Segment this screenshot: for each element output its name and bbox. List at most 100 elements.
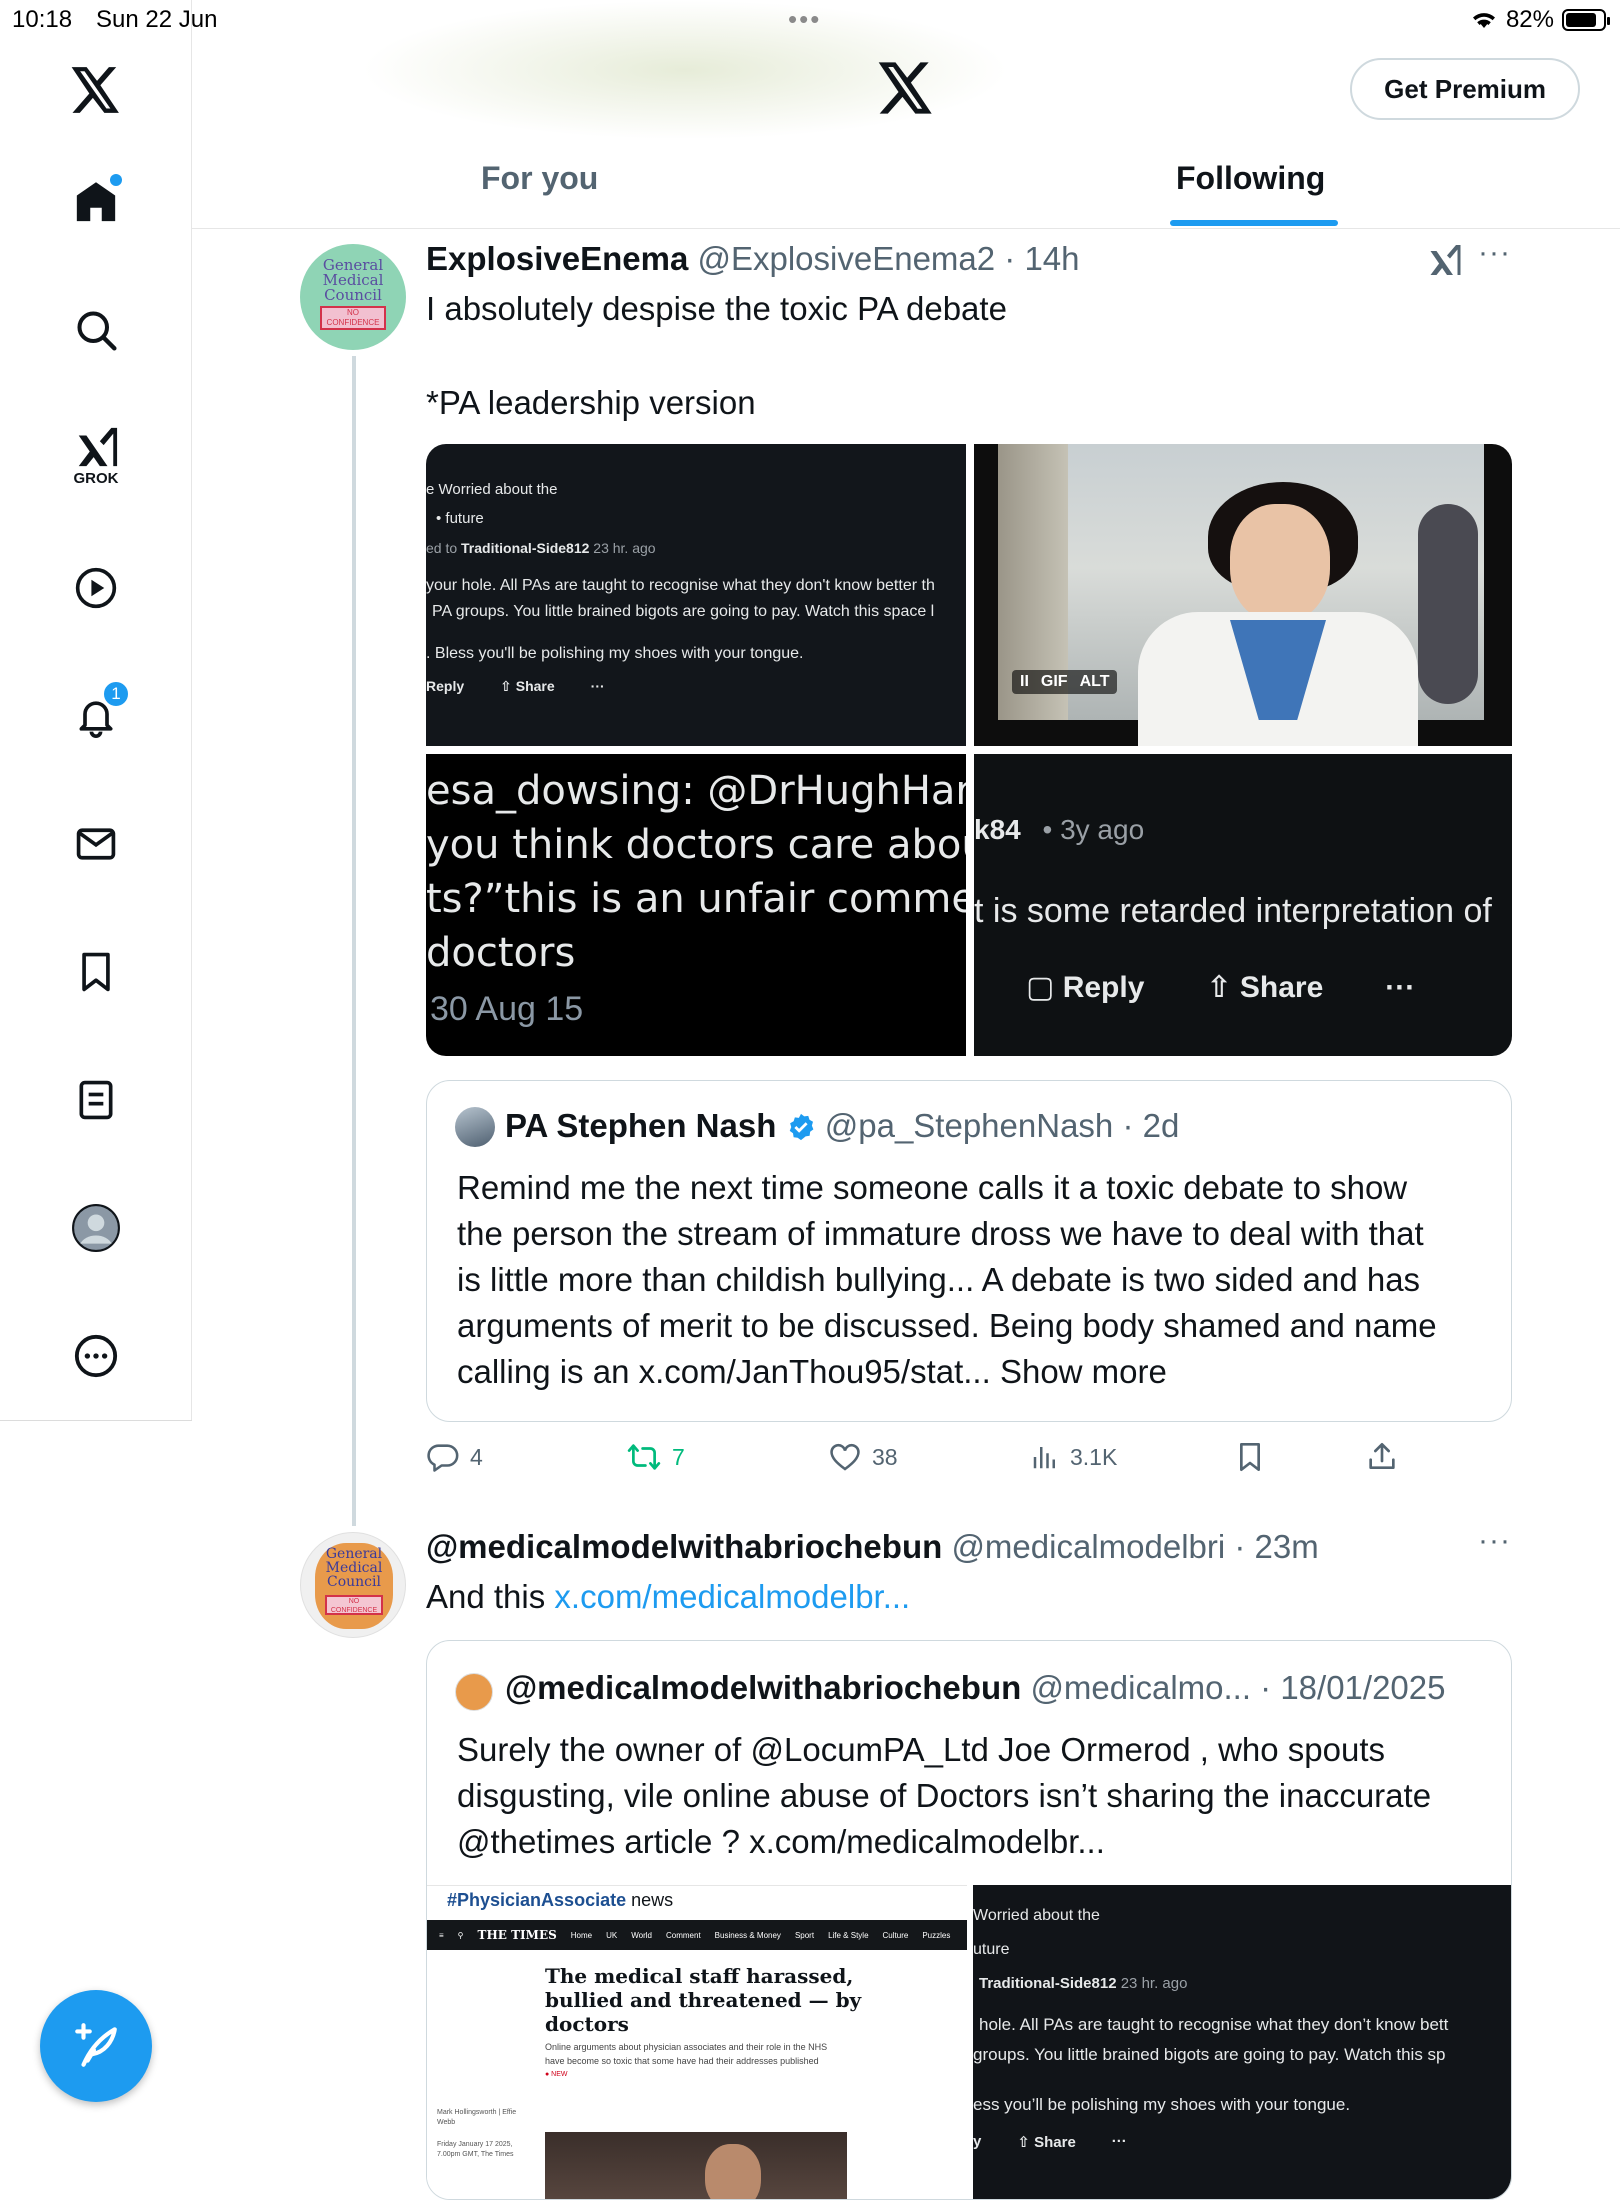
- x-logo-icon[interactable]: [878, 62, 934, 118]
- image-text: 23 hr. ago: [1116, 1975, 1188, 1992]
- media-image[interactable]: #PhysicianAssociate news ≡ ⚲ THE TIMES Ho…: [427, 1885, 967, 2199]
- article-byline: Mark Hollingsworth | Effie: [437, 2109, 517, 2116]
- image-text: Worried about the: [973, 1907, 1100, 1924]
- sidebar-item-messages[interactable]: [68, 816, 124, 872]
- play-icon: [75, 567, 117, 609]
- image-text: groups. You little brained bigots are go…: [973, 2045, 1446, 2064]
- quoted-tweet[interactable]: PA Stephen Nash @pa_StephenNash · 2d Rem…: [426, 1080, 1512, 1422]
- x-logo-icon[interactable]: [68, 62, 124, 118]
- avatar[interactable]: General Medical Council NO CONFIDENCE: [300, 244, 406, 350]
- grok-icon[interactable]: [1426, 242, 1462, 278]
- sidebar-item-more[interactable]: [68, 1328, 124, 1384]
- media-image[interactable]: Worried about the uture Traditional-Side…: [973, 1885, 1511, 2199]
- alt-badge[interactable]: ALT: [1080, 673, 1110, 691]
- profile-icon: [72, 1204, 120, 1252]
- share-button[interactable]: [1366, 1440, 1398, 1474]
- quote-text-line: disgusting, vile online abuse of Doctors…: [457, 1777, 1432, 1814]
- image-text: ⇧ Share: [1206, 971, 1324, 1004]
- more-options-icon[interactable]: ···: [1478, 1524, 1511, 1558]
- tweet-time[interactable]: · 14h: [1004, 240, 1079, 277]
- avatar[interactable]: [455, 1107, 495, 1147]
- thread-connector: [352, 356, 356, 1526]
- quote-text-line: calling is an x.com/JanThou95/stat...: [457, 1353, 991, 1390]
- article-photo: [545, 2132, 847, 2199]
- multitask-dots[interactable]: •••: [788, 4, 821, 35]
- more-icon: [74, 1334, 118, 1378]
- tweet-link[interactable]: x.com/medicalmodelbr...: [554, 1578, 910, 1615]
- like-button[interactable]: 38: [828, 1440, 898, 1474]
- avatar-text-line: General: [325, 1546, 383, 1562]
- avatar[interactable]: [455, 1673, 493, 1711]
- avatar[interactable]: General Medical Council NO CONFIDENCE: [300, 1532, 406, 1638]
- image-text: Traditional-Side812: [979, 1975, 1117, 1992]
- reply-count: 4: [470, 1443, 483, 1470]
- image-text: #PhysicianAssociate news: [447, 1890, 674, 1910]
- image-text: ed to: [426, 540, 462, 556]
- media-image[interactable]: e Worried about the • future ed to Tradi…: [426, 444, 966, 746]
- battery-icon: [1562, 9, 1610, 31]
- quote-text-line: Surely the owner of @LocumPA_Ltd Joe Orm…: [457, 1731, 1386, 1768]
- author-handle[interactable]: @medicalmo...: [1030, 1669, 1251, 1706]
- tab-following[interactable]: Following: [1176, 160, 1325, 197]
- image-text: y: [973, 2133, 982, 2150]
- pause-icon[interactable]: II: [1020, 673, 1029, 691]
- sidebar-item-search[interactable]: [68, 302, 124, 358]
- image-text: ···: [1385, 970, 1416, 1004]
- image-text: esa_dowsing: @DrHughHarve: [426, 768, 966, 814]
- gif-badge[interactable]: II GIF ALT: [1012, 670, 1118, 694]
- reply-button[interactable]: 4: [426, 1440, 483, 1474]
- quoted-tweet[interactable]: @medicalmodelwithabriochebun @medicalmo.…: [426, 1640, 1512, 2200]
- media-gif[interactable]: II GIF ALT: [974, 444, 1512, 746]
- article-headline: bullied and threatened — by: [545, 1988, 862, 2012]
- tweet-header: @medicalmodelwithabriochebun @medicalmod…: [426, 1528, 1319, 1566]
- image-text: • 3y ago: [1042, 814, 1145, 845]
- author-handle[interactable]: @medicalmodelbri: [951, 1528, 1225, 1565]
- image-text: Traditional-Side812: [461, 540, 590, 556]
- repost-button[interactable]: 7: [626, 1440, 685, 1474]
- image-text: you think doctors care about: [426, 822, 966, 868]
- views-button[interactable]: 3.1K: [1030, 1440, 1117, 1474]
- active-tab-indicator: [1170, 220, 1338, 226]
- author-handle[interactable]: @pa_StephenNash: [825, 1107, 1114, 1144]
- media-image[interactable]: k84 • 3y ago t is some retarded interpre…: [974, 754, 1512, 1056]
- sidebar-item-lists[interactable]: [68, 1072, 124, 1128]
- quote-text-line: the person the stream of immature dross …: [457, 1215, 1424, 1252]
- quote-header: PA Stephen Nash @pa_StephenNash · 2d: [505, 1107, 1179, 1145]
- media-image[interactable]: esa_dowsing: @DrHughHarve you think doct…: [426, 754, 966, 1056]
- author-name[interactable]: PA Stephen Nash: [505, 1107, 776, 1144]
- more-options-icon[interactable]: ···: [1478, 236, 1511, 270]
- sidebar-item-bookmarks[interactable]: [68, 944, 124, 1000]
- quote-text: Surely the owner of @LocumPA_Ltd Joe Orm…: [457, 1727, 1431, 1865]
- notification-count-badge: 1: [102, 680, 130, 708]
- image-text: t is some retarded interpretation of: [974, 892, 1492, 930]
- media-grid: e Worried about the • future ed to Tradi…: [426, 444, 1512, 1056]
- sidebar-item-home[interactable]: [68, 174, 124, 230]
- article-byline: Webb: [437, 2119, 456, 2126]
- article-new-tag: ● NEW: [545, 2071, 568, 2078]
- tweet-time[interactable]: · 18/01/2025: [1260, 1669, 1445, 1706]
- bookmark-icon: [82, 952, 110, 992]
- bookmark-button[interactable]: [1234, 1440, 1266, 1474]
- show-more-link[interactable]: Show more: [1000, 1353, 1167, 1390]
- compose-post-button[interactable]: [40, 1990, 152, 2102]
- tweet-time[interactable]: · 2d: [1122, 1107, 1179, 1144]
- battery-percent: 82%: [1505, 6, 1554, 33]
- header-divider: [192, 228, 1620, 229]
- tab-for-you[interactable]: For you: [481, 160, 598, 197]
- author-name[interactable]: ExplosiveEnema: [426, 240, 688, 277]
- article-subhead: have become so toxic that some have had …: [545, 2056, 819, 2066]
- wifi-icon: [1472, 13, 1495, 28]
- get-premium-button[interactable]: Get Premium: [1350, 58, 1580, 120]
- sidebar-item-profile[interactable]: [68, 1200, 124, 1256]
- image-text: 30 Aug 15: [430, 990, 584, 1028]
- quote-text-line: Remind me the next time someone calls it…: [457, 1169, 1408, 1206]
- author-name[interactable]: @medicalmodelwithabriochebun: [426, 1528, 942, 1565]
- sidebar-item-notifications[interactable]: 1: [68, 680, 130, 744]
- sidebar-item-video[interactable]: [68, 560, 124, 616]
- tweet-time[interactable]: · 23m: [1234, 1528, 1318, 1565]
- avatar-badge: NO CONFIDENCE: [320, 306, 386, 330]
- author-handle[interactable]: @ExplosiveEnema2: [697, 240, 995, 277]
- author-name[interactable]: @medicalmodelwithabriochebun: [505, 1669, 1021, 1706]
- article-date: Friday January 17 2025,: [437, 2141, 513, 2148]
- sidebar-item-grok[interactable]: GROK: [68, 424, 124, 500]
